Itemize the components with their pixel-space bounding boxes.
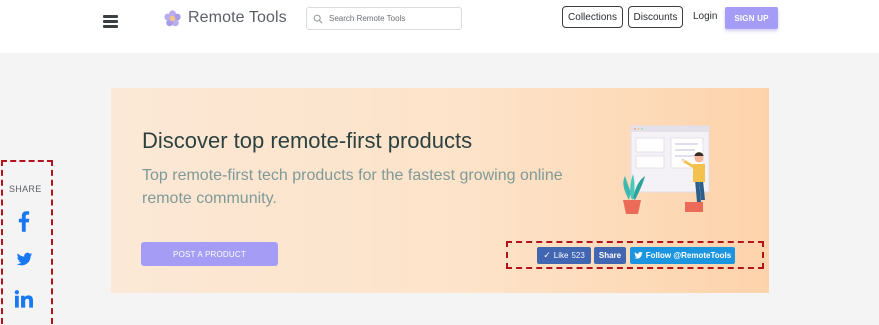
hero-title: Discover top remote-first products <box>142 128 473 153</box>
remote-work-illustration <box>623 125 710 214</box>
twitter-icon[interactable] <box>14 250 34 268</box>
discounts-button[interactable]: Discounts <box>628 6 683 28</box>
hero-subtitle: Top remote-first tech products for the f… <box>142 167 563 207</box>
flower-logo-icon <box>164 9 181 26</box>
collections-button[interactable]: Collections <box>562 6 623 28</box>
search-box[interactable] <box>306 7 462 30</box>
share-label: SHARE <box>9 184 42 194</box>
top-navbar: Remote Tools Collections Discounts Login… <box>0 0 879 53</box>
logo-text: Remote Tools <box>188 9 287 26</box>
search-input[interactable] <box>329 14 459 23</box>
social-buttons-highlight <box>506 241 764 269</box>
hamburger-menu-icon[interactable] <box>103 14 118 28</box>
post-product-button[interactable]: POST A PRODUCT <box>141 242 278 266</box>
signup-button[interactable]: SIGN UP <box>725 7 778 29</box>
linkedin-icon[interactable] <box>13 289 35 309</box>
search-icon <box>313 14 323 24</box>
facebook-icon[interactable] <box>17 210 31 232</box>
site-logo[interactable]: Remote Tools <box>163 8 287 28</box>
login-link[interactable]: Login <box>693 11 717 22</box>
